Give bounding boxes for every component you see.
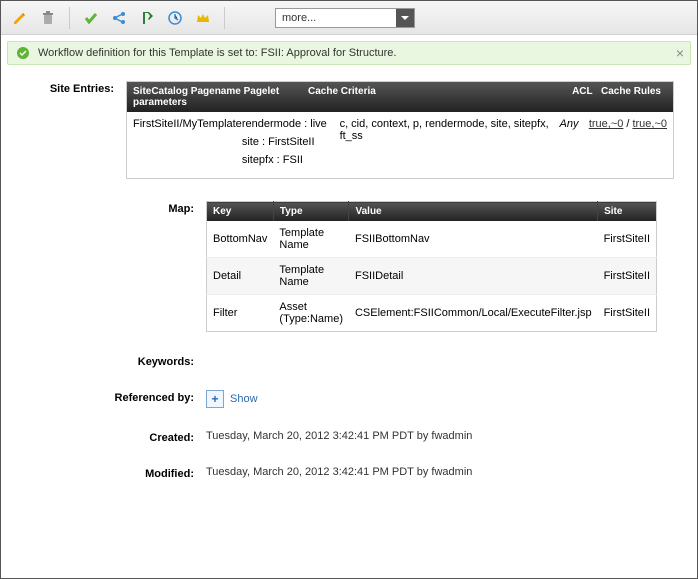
param-item: site : FirstSiteII bbox=[242, 136, 340, 148]
notification-text: Workflow definition for this Template is… bbox=[38, 47, 396, 59]
bookmark-button[interactable] bbox=[136, 7, 158, 29]
more-dropdown[interactable]: more... bbox=[275, 8, 415, 28]
map-col-value: Value bbox=[349, 202, 598, 222]
cell-cache-rules: true,~0/true,~0 bbox=[589, 118, 667, 130]
map-col-key: Key bbox=[207, 202, 274, 222]
table-row: FirstSiteII/MyTemplate rendermode : live… bbox=[127, 112, 673, 178]
col-cache-criteria: Cache Criteria bbox=[308, 86, 508, 108]
keywords-label: Keywords: bbox=[11, 354, 206, 368]
check-icon bbox=[83, 10, 99, 26]
clock-icon bbox=[167, 10, 183, 26]
map-site: FirstSiteII bbox=[598, 258, 657, 295]
content-area: Site Entries: SiteCatalog Pagename Pagel… bbox=[1, 71, 697, 512]
bookmark-icon bbox=[139, 10, 155, 26]
created-value: Tuesday, March 20, 2012 3:42:41 PM PDT b… bbox=[206, 430, 472, 442]
trash-icon bbox=[40, 10, 56, 26]
map-key: Detail bbox=[207, 258, 274, 295]
cache-rule-link-b[interactable]: true,~0 bbox=[632, 118, 667, 130]
map-type: Template Name bbox=[273, 221, 349, 258]
modified-value: Tuesday, March 20, 2012 3:42:41 PM PDT b… bbox=[206, 466, 472, 478]
cell-pagename: FirstSiteII/MyTemplate bbox=[133, 118, 242, 130]
table-row: Filter Asset (Type:Name) CSElement:FSIIC… bbox=[207, 295, 657, 332]
map-label: Map: bbox=[11, 201, 206, 332]
plus-icon: + bbox=[206, 390, 224, 408]
success-icon bbox=[16, 46, 30, 60]
edit-button[interactable] bbox=[9, 7, 31, 29]
crown-button[interactable] bbox=[192, 7, 214, 29]
map-value: FSIIDetail bbox=[349, 258, 598, 295]
show-button[interactable]: + Show bbox=[206, 390, 258, 408]
dropdown-arrow-icon bbox=[396, 9, 414, 27]
map-col-type: Type bbox=[273, 202, 349, 222]
map-value: CSElement:FSIICommon/Local/ExecuteFilter… bbox=[349, 295, 598, 332]
history-button[interactable] bbox=[164, 7, 186, 29]
workflow-notification: Workflow definition for this Template is… bbox=[7, 41, 691, 65]
map-type: Template Name bbox=[273, 258, 349, 295]
pencil-icon bbox=[12, 10, 28, 26]
map-site: FirstSiteII bbox=[598, 295, 657, 332]
approve-button[interactable] bbox=[80, 7, 102, 29]
table-row: Detail Template Name FSIIDetail FirstSit… bbox=[207, 258, 657, 295]
created-label: Created: bbox=[11, 430, 206, 444]
modified-label: Modified: bbox=[11, 466, 206, 480]
site-entries-table: SiteCatalog Pagename Pagelet parameters … bbox=[126, 81, 674, 179]
share-button[interactable] bbox=[108, 7, 130, 29]
table-row: BottomNav Template Name FSIIBottomNav Fi… bbox=[207, 221, 657, 258]
param-item: rendermode : live bbox=[242, 118, 340, 130]
map-type: Asset (Type:Name) bbox=[273, 295, 349, 332]
referenced-by-label: Referenced by: bbox=[11, 390, 206, 408]
map-col-site: Site bbox=[598, 202, 657, 222]
param-item: sitepfx : FSII bbox=[242, 154, 340, 166]
show-text: Show bbox=[230, 393, 258, 405]
close-icon[interactable]: × bbox=[676, 46, 684, 60]
cache-rule-link-a[interactable]: true,~0 bbox=[589, 118, 624, 130]
separator bbox=[69, 7, 70, 29]
more-dropdown-label: more... bbox=[276, 12, 396, 24]
cell-params: rendermode : live site : FirstSiteII sit… bbox=[242, 118, 340, 172]
site-entries-label: Site Entries: bbox=[11, 81, 126, 179]
crown-icon bbox=[195, 10, 211, 26]
map-table: Key Type Value Site BottomNav Template N… bbox=[206, 201, 657, 332]
separator bbox=[224, 7, 225, 29]
map-key: Filter bbox=[207, 295, 274, 332]
map-key: BottomNav bbox=[207, 221, 274, 258]
col-cache-rules: Cache Rules bbox=[601, 86, 661, 97]
cell-acl: Any bbox=[559, 118, 588, 130]
toolbar: more... bbox=[1, 1, 697, 35]
share-icon bbox=[111, 10, 127, 26]
cell-criteria: c, cid, context, p, rendermode, site, si… bbox=[340, 118, 560, 142]
map-value: FSIIBottomNav bbox=[349, 221, 598, 258]
col-acl: ACL bbox=[572, 86, 593, 97]
map-site: FirstSiteII bbox=[598, 221, 657, 258]
delete-button[interactable] bbox=[37, 7, 59, 29]
col-pagename: SiteCatalog Pagename bbox=[133, 86, 241, 97]
